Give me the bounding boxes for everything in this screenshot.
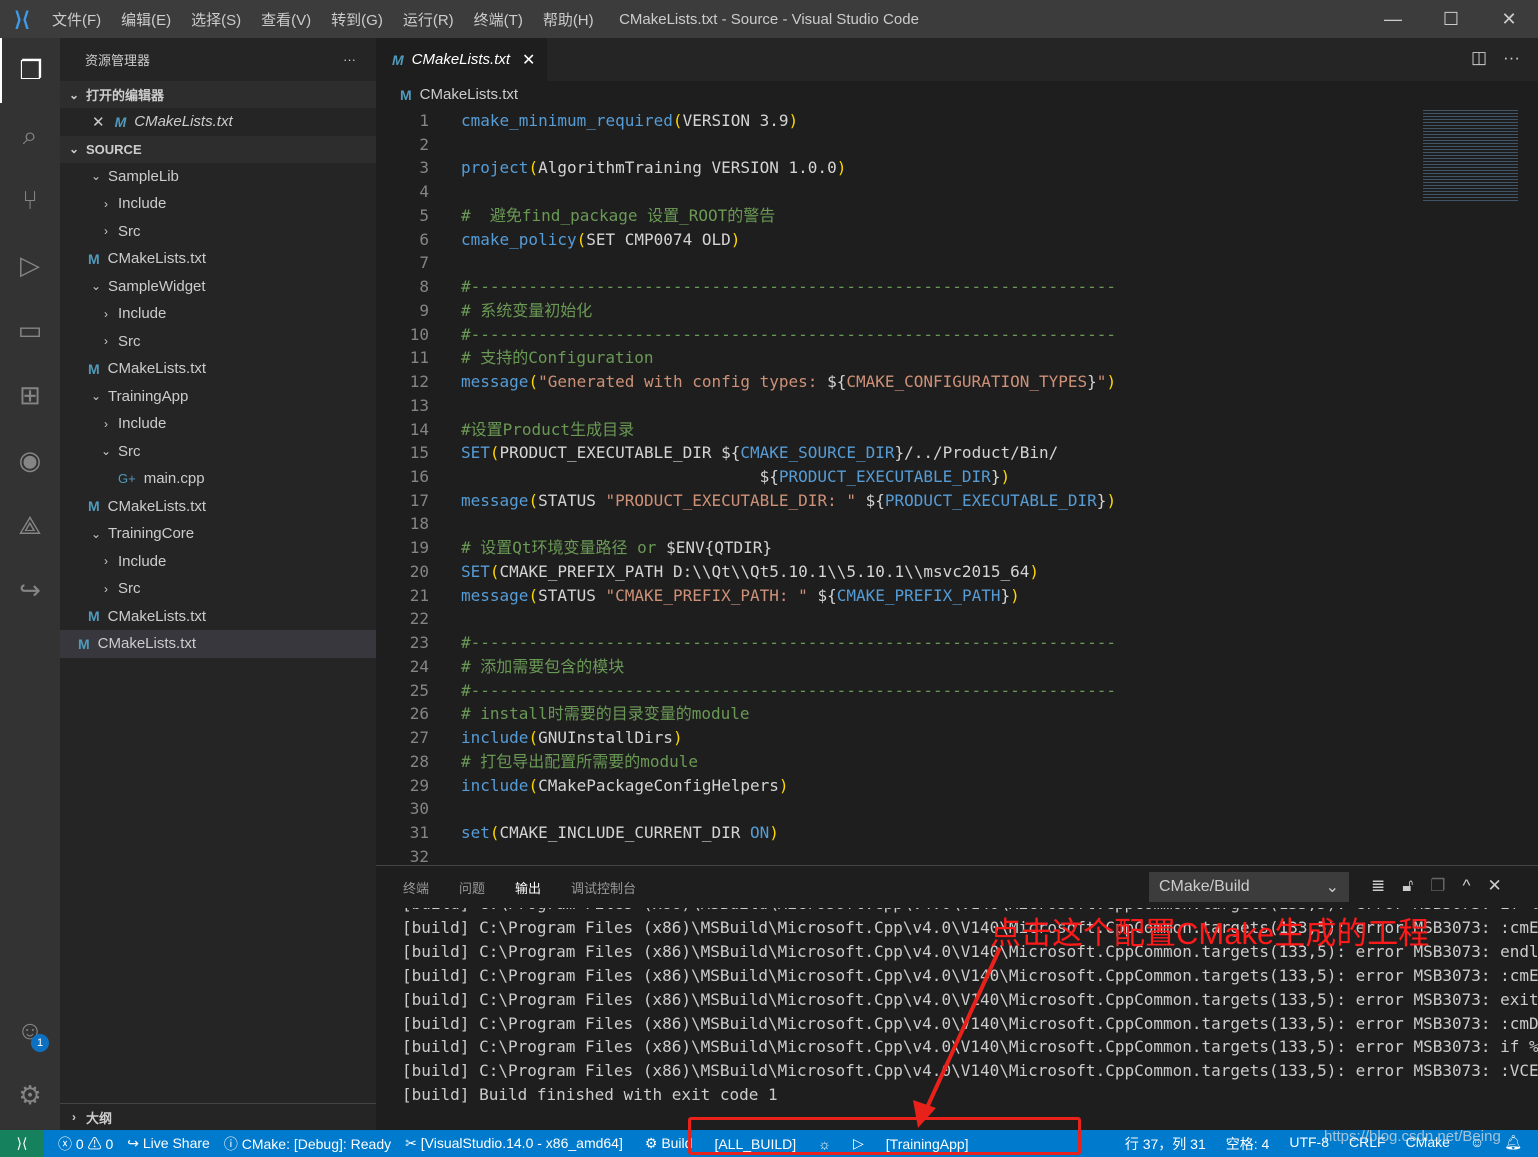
watermark: https://blog.csdn.net/Being [1324, 1128, 1501, 1145]
annotation-arrow [913, 947, 1002, 1128]
